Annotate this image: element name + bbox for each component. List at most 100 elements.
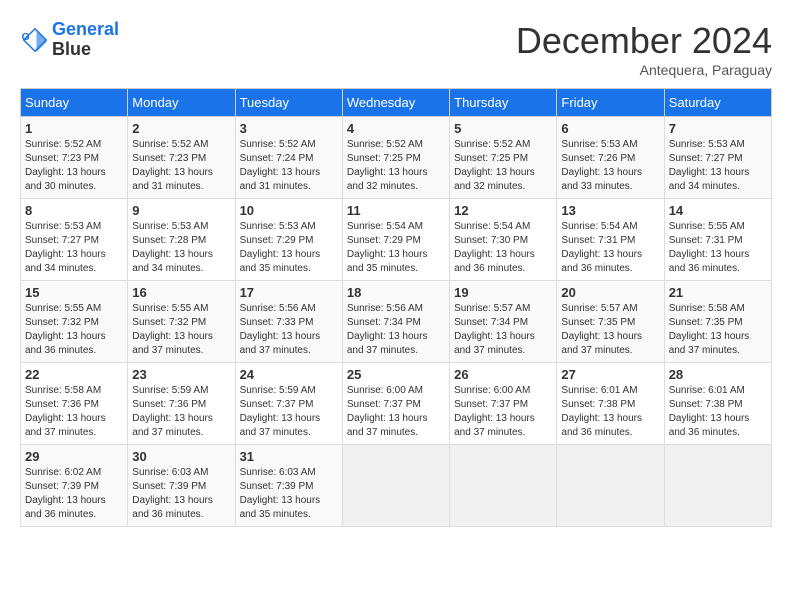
calendar-body: 1 Sunrise: 5:52 AM Sunset: 7:23 PM Dayli… xyxy=(21,117,772,527)
month-title: December 2024 xyxy=(516,20,772,62)
logo-line1: General xyxy=(52,19,119,39)
day-number: 25 xyxy=(347,367,445,382)
day-number: 26 xyxy=(454,367,552,382)
day-info: Sunrise: 5:54 AM Sunset: 7:29 PM Dayligh… xyxy=(347,220,445,276)
day-info: Sunrise: 5:52 AM Sunset: 7:23 PM Dayligh… xyxy=(132,138,230,194)
calendar-cell: 6 Sunrise: 5:53 AM Sunset: 7:26 PM Dayli… xyxy=(557,117,664,199)
day-info: Sunrise: 6:01 AM Sunset: 7:38 PM Dayligh… xyxy=(669,384,767,440)
day-number: 17 xyxy=(240,285,338,300)
day-info: Sunrise: 5:56 AM Sunset: 7:33 PM Dayligh… xyxy=(240,302,338,358)
day-info: Sunrise: 5:55 AM Sunset: 7:31 PM Dayligh… xyxy=(669,220,767,276)
day-info: Sunrise: 5:54 AM Sunset: 7:30 PM Dayligh… xyxy=(454,220,552,276)
calendar-cell: 27 Sunrise: 6:01 AM Sunset: 7:38 PM Dayl… xyxy=(557,363,664,445)
day-number: 3 xyxy=(240,121,338,136)
calendar-cell: 16 Sunrise: 5:55 AM Sunset: 7:32 PM Dayl… xyxy=(128,281,235,363)
day-info: Sunrise: 5:59 AM Sunset: 7:36 PM Dayligh… xyxy=(132,384,230,440)
day-info: Sunrise: 6:03 AM Sunset: 7:39 PM Dayligh… xyxy=(240,466,338,522)
day-info: Sunrise: 5:52 AM Sunset: 7:25 PM Dayligh… xyxy=(454,138,552,194)
day-number: 19 xyxy=(454,285,552,300)
day-number: 18 xyxy=(347,285,445,300)
calendar-cell: 21 Sunrise: 5:58 AM Sunset: 7:35 PM Dayl… xyxy=(664,281,771,363)
calendar-cell: 11 Sunrise: 5:54 AM Sunset: 7:29 PM Dayl… xyxy=(342,199,449,281)
calendar-cell: 3 Sunrise: 5:52 AM Sunset: 7:24 PM Dayli… xyxy=(235,117,342,199)
calendar-cell: 23 Sunrise: 5:59 AM Sunset: 7:36 PM Dayl… xyxy=(128,363,235,445)
day-info: Sunrise: 6:03 AM Sunset: 7:39 PM Dayligh… xyxy=(132,466,230,522)
day-info: Sunrise: 5:57 AM Sunset: 7:35 PM Dayligh… xyxy=(561,302,659,358)
calendar-cell: 1 Sunrise: 5:52 AM Sunset: 7:23 PM Dayli… xyxy=(21,117,128,199)
day-number: 2 xyxy=(132,121,230,136)
day-number: 1 xyxy=(25,121,123,136)
day-info: Sunrise: 5:56 AM Sunset: 7:34 PM Dayligh… xyxy=(347,302,445,358)
title-block: December 2024 Antequera, Paraguay xyxy=(516,20,772,78)
calendar-cell: 31 Sunrise: 6:03 AM Sunset: 7:39 PM Dayl… xyxy=(235,445,342,527)
day-number: 20 xyxy=(561,285,659,300)
day-info: Sunrise: 5:59 AM Sunset: 7:37 PM Dayligh… xyxy=(240,384,338,440)
calendar-cell: 12 Sunrise: 5:54 AM Sunset: 7:30 PM Dayl… xyxy=(450,199,557,281)
calendar-cell: 7 Sunrise: 5:53 AM Sunset: 7:27 PM Dayli… xyxy=(664,117,771,199)
calendar-cell xyxy=(664,445,771,527)
day-number: 31 xyxy=(240,449,338,464)
day-number: 14 xyxy=(669,203,767,218)
day-number: 8 xyxy=(25,203,123,218)
day-number: 30 xyxy=(132,449,230,464)
calendar-cell: 22 Sunrise: 5:58 AM Sunset: 7:36 PM Dayl… xyxy=(21,363,128,445)
day-number: 22 xyxy=(25,367,123,382)
calendar-cell: 26 Sunrise: 6:00 AM Sunset: 7:37 PM Dayl… xyxy=(450,363,557,445)
calendar-cell xyxy=(450,445,557,527)
weekday-header: Wednesday xyxy=(342,89,449,117)
day-info: Sunrise: 5:55 AM Sunset: 7:32 PM Dayligh… xyxy=(25,302,123,358)
day-number: 4 xyxy=(347,121,445,136)
day-number: 12 xyxy=(454,203,552,218)
day-info: Sunrise: 5:53 AM Sunset: 7:27 PM Dayligh… xyxy=(669,138,767,194)
day-info: Sunrise: 5:58 AM Sunset: 7:36 PM Dayligh… xyxy=(25,384,123,440)
location-subtitle: Antequera, Paraguay xyxy=(516,62,772,78)
day-number: 28 xyxy=(669,367,767,382)
day-info: Sunrise: 5:52 AM Sunset: 7:25 PM Dayligh… xyxy=(347,138,445,194)
day-info: Sunrise: 5:52 AM Sunset: 7:24 PM Dayligh… xyxy=(240,138,338,194)
day-number: 9 xyxy=(132,203,230,218)
calendar-cell: 9 Sunrise: 5:53 AM Sunset: 7:28 PM Dayli… xyxy=(128,199,235,281)
day-number: 27 xyxy=(561,367,659,382)
calendar-cell: 17 Sunrise: 5:56 AM Sunset: 7:33 PM Dayl… xyxy=(235,281,342,363)
day-info: Sunrise: 6:01 AM Sunset: 7:38 PM Dayligh… xyxy=(561,384,659,440)
day-number: 29 xyxy=(25,449,123,464)
day-info: Sunrise: 5:55 AM Sunset: 7:32 PM Dayligh… xyxy=(132,302,230,358)
day-info: Sunrise: 5:57 AM Sunset: 7:34 PM Dayligh… xyxy=(454,302,552,358)
day-info: Sunrise: 6:00 AM Sunset: 7:37 PM Dayligh… xyxy=(454,384,552,440)
calendar-cell: 4 Sunrise: 5:52 AM Sunset: 7:25 PM Dayli… xyxy=(342,117,449,199)
day-number: 23 xyxy=(132,367,230,382)
day-number: 5 xyxy=(454,121,552,136)
calendar-week-row: 8 Sunrise: 5:53 AM Sunset: 7:27 PM Dayli… xyxy=(21,199,772,281)
calendar-cell: 19 Sunrise: 5:57 AM Sunset: 7:34 PM Dayl… xyxy=(450,281,557,363)
calendar-cell xyxy=(342,445,449,527)
calendar-header-row: SundayMondayTuesdayWednesdayThursdayFrid… xyxy=(21,89,772,117)
calendar-cell: 28 Sunrise: 6:01 AM Sunset: 7:38 PM Dayl… xyxy=(664,363,771,445)
day-info: Sunrise: 5:53 AM Sunset: 7:29 PM Dayligh… xyxy=(240,220,338,276)
calendar-cell: 30 Sunrise: 6:03 AM Sunset: 7:39 PM Dayl… xyxy=(128,445,235,527)
day-number: 6 xyxy=(561,121,659,136)
day-number: 7 xyxy=(669,121,767,136)
day-info: Sunrise: 5:53 AM Sunset: 7:28 PM Dayligh… xyxy=(132,220,230,276)
calendar-cell xyxy=(557,445,664,527)
logo-line2: Blue xyxy=(52,40,119,60)
day-info: Sunrise: 5:53 AM Sunset: 7:27 PM Dayligh… xyxy=(25,220,123,276)
weekday-header: Tuesday xyxy=(235,89,342,117)
logo: G General Blue xyxy=(20,20,119,60)
calendar-cell: 29 Sunrise: 6:02 AM Sunset: 7:39 PM Dayl… xyxy=(21,445,128,527)
day-number: 11 xyxy=(347,203,445,218)
calendar-week-row: 29 Sunrise: 6:02 AM Sunset: 7:39 PM Dayl… xyxy=(21,445,772,527)
calendar-cell: 18 Sunrise: 5:56 AM Sunset: 7:34 PM Dayl… xyxy=(342,281,449,363)
weekday-header: Friday xyxy=(557,89,664,117)
calendar-table: SundayMondayTuesdayWednesdayThursdayFrid… xyxy=(20,88,772,527)
page-header: G General Blue December 2024 Antequera, … xyxy=(20,20,772,78)
calendar-week-row: 1 Sunrise: 5:52 AM Sunset: 7:23 PM Dayli… xyxy=(21,117,772,199)
calendar-cell: 15 Sunrise: 5:55 AM Sunset: 7:32 PM Dayl… xyxy=(21,281,128,363)
calendar-cell: 13 Sunrise: 5:54 AM Sunset: 7:31 PM Dayl… xyxy=(557,199,664,281)
day-info: Sunrise: 5:53 AM Sunset: 7:26 PM Dayligh… xyxy=(561,138,659,194)
calendar-cell: 2 Sunrise: 5:52 AM Sunset: 7:23 PM Dayli… xyxy=(128,117,235,199)
calendar-cell: 5 Sunrise: 5:52 AM Sunset: 7:25 PM Dayli… xyxy=(450,117,557,199)
calendar-week-row: 15 Sunrise: 5:55 AM Sunset: 7:32 PM Dayl… xyxy=(21,281,772,363)
weekday-header: Saturday xyxy=(664,89,771,117)
day-info: Sunrise: 6:00 AM Sunset: 7:37 PM Dayligh… xyxy=(347,384,445,440)
day-info: Sunrise: 5:54 AM Sunset: 7:31 PM Dayligh… xyxy=(561,220,659,276)
